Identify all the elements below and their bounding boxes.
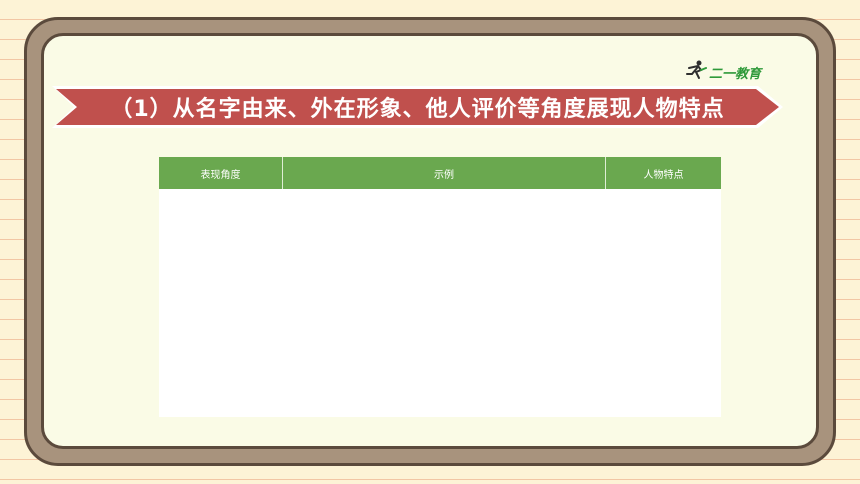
runner-icon (685, 60, 707, 84)
logo-text: 二一教育 (709, 66, 762, 82)
title-banner: （1）从名字由来、外在形象、他人评价等角度展现人物特点 (50, 84, 785, 130)
table-header-cell: 人物特点 (605, 157, 721, 189)
table-header-cell: 表现角度 (200, 169, 241, 181)
brand-logo: 二一教育 (685, 60, 762, 84)
table-header-cell: 示例 (282, 157, 605, 189)
banner-title: （1）从名字由来、外在形象、他人评价等角度展现人物特点 (110, 97, 725, 122)
content-table: 表现角度 示例 人物特点 (159, 157, 721, 417)
table-body (159, 189, 721, 417)
table-header-row: 表现角度 示例 人物特点 (159, 157, 721, 189)
